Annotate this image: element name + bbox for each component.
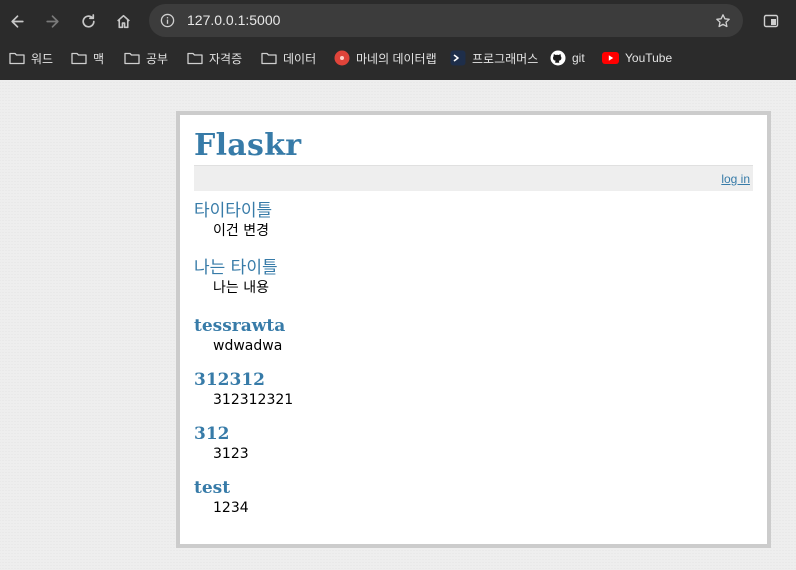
bookmark-link[interactable]: 마네의 데이터랩 (333, 48, 437, 68)
github-icon (549, 50, 566, 67)
bookmark-label: git (572, 51, 585, 65)
bookmark-folder[interactable]: 맥 (70, 48, 104, 68)
post-body: 312312321 (213, 392, 294, 408)
bookmark-label: 마네의 데이터랩 (356, 51, 437, 66)
arrow-right-icon (45, 14, 59, 28)
folder-icon (123, 50, 140, 67)
reload-button[interactable] (75, 8, 101, 34)
bookmark-link[interactable]: git (549, 48, 585, 68)
home-button[interactable] (110, 8, 136, 34)
post-title: test (194, 478, 231, 498)
home-icon (116, 14, 130, 28)
site-info-icon[interactable] (159, 12, 176, 29)
bookmark-star-icon[interactable] (714, 12, 731, 29)
reload-icon (81, 13, 95, 28)
bookmark-folder[interactable]: 데이터 (260, 48, 316, 68)
post-title: 나는 타이틀 (194, 258, 278, 278)
folder-icon (8, 50, 25, 67)
side-panel-icon (763, 14, 779, 28)
bookmark-label: 자격증 (209, 51, 243, 66)
bookmark-folder[interactable]: 공부 (123, 48, 168, 68)
address-url[interactable]: 127.0.0.1:5000 (187, 12, 280, 29)
page-container: Flaskr log in 타이타이틀 이건 변경 나는 타이틀 나는 내용 t… (176, 111, 771, 548)
post-title: 타이타이틀 (194, 201, 273, 221)
page-viewport: Flaskr log in 타이타이틀 이건 변경 나는 타이틀 나는 내용 t… (0, 80, 796, 570)
youtube-icon (602, 50, 619, 67)
folder-icon (186, 50, 203, 67)
page-title: Flaskr (194, 128, 302, 163)
post-item: 나는 타이틀 나는 내용 (194, 258, 278, 297)
bookmarks-bar: 워드 맥 공부 자격증 데이터 마네의 데이터랩 프로그래머스 git YouT… (0, 44, 796, 72)
post-item: tessrawta wdwadwa (194, 316, 285, 355)
side-panel-button[interactable] (760, 10, 782, 32)
bookmark-label: 맥 (93, 51, 105, 66)
login-link[interactable]: log in (721, 172, 750, 186)
address-bar[interactable]: 127.0.0.1:5000 (149, 4, 743, 37)
post-body: 나는 내용 (213, 280, 269, 296)
bookmark-folder[interactable]: 자격증 (186, 48, 242, 68)
bookmark-label: 공부 (146, 51, 169, 66)
post-item: 312 3123 (194, 424, 249, 463)
arrow-left-icon (10, 14, 24, 28)
folder-icon (260, 50, 277, 67)
site-icon (333, 50, 350, 67)
programmers-icon (449, 50, 466, 67)
bookmark-link[interactable]: 프로그래머스 (449, 48, 538, 68)
post-body: 3123 (213, 446, 249, 462)
bookmark-folder[interactable]: 워드 (8, 48, 53, 68)
nav-bar: log in (194, 165, 753, 191)
browser-chrome: 127.0.0.1:5000 워드 맥 공부 자격증 데이터 마네의 데이터랩 … (0, 0, 796, 80)
folder-icon (70, 50, 87, 67)
bookmark-label: YouTube (625, 51, 673, 65)
post-body: 이건 변경 (213, 223, 269, 239)
forward-button[interactable] (39, 8, 65, 34)
post-item: 312312 312312321 (194, 370, 293, 409)
post-title: tessrawta (194, 316, 286, 336)
post-title: 312 (194, 424, 230, 444)
post-item: 타이타이틀 이건 변경 (194, 201, 272, 240)
bookmark-label: 데이터 (283, 51, 317, 66)
bookmark-label: 프로그래머스 (472, 51, 539, 66)
bookmark-link[interactable]: YouTube (602, 48, 672, 68)
post-body: 1234 (213, 500, 249, 516)
bookmark-label: 워드 (31, 51, 54, 66)
post-body: wdwadwa (213, 338, 283, 354)
browser-toolbar: 127.0.0.1:5000 (0, 0, 796, 42)
post-item: test 1234 (194, 478, 249, 517)
back-button[interactable] (4, 8, 30, 34)
post-title: 312312 (194, 370, 265, 390)
